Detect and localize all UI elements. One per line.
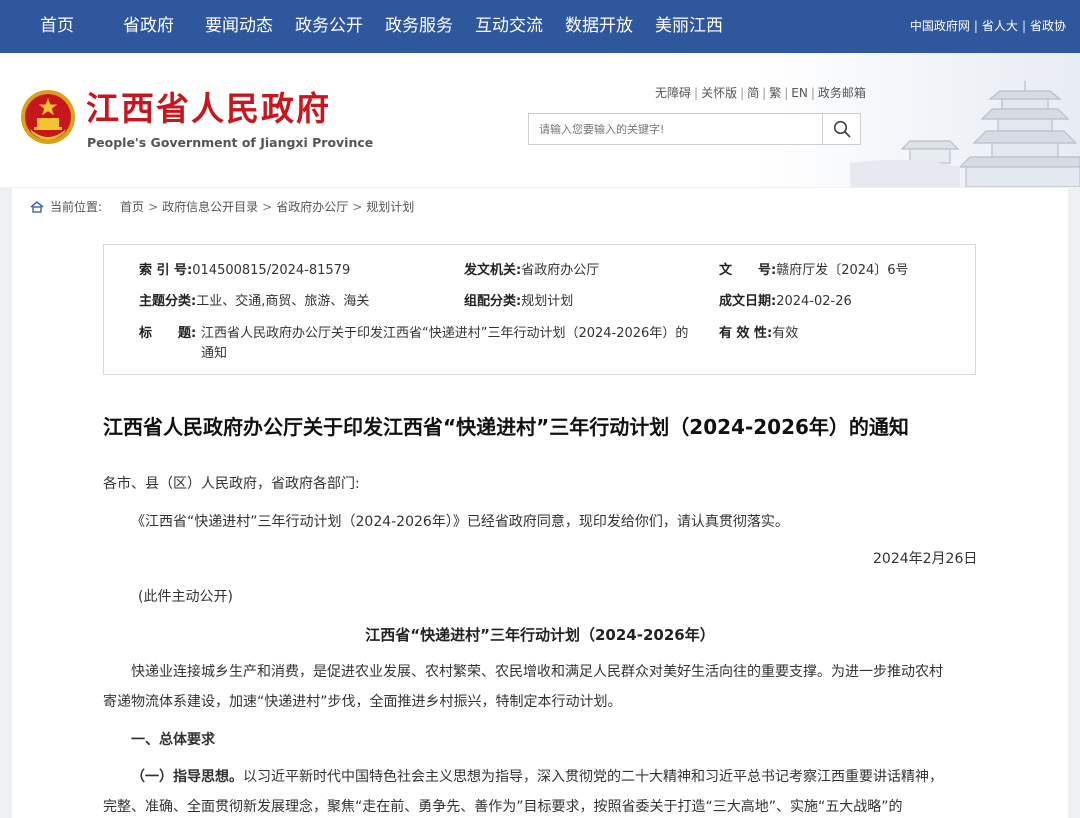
chevron-right-icon: > bbox=[148, 200, 159, 214]
meta-docno: 文 号:赣府厅发〔2024〕6号 bbox=[719, 261, 909, 280]
divider: | bbox=[694, 86, 699, 100]
meta-category: 组配分类:规划计划 bbox=[464, 292, 573, 311]
national-emblem-icon bbox=[21, 90, 75, 144]
meta-topic-value: 工业、交通,商贸、旅游、海关 bbox=[196, 294, 370, 309]
chevron-right-icon: > bbox=[352, 200, 363, 214]
nav-news[interactable]: 要闻动态 bbox=[205, 14, 273, 38]
meta-topic: 主题分类:工业、交通,商贸、旅游、海关 bbox=[139, 292, 369, 311]
section-heading-general-requirements: 一、总体要求 bbox=[131, 732, 215, 748]
meta-title-value: 江西省人民政府办公厅关于印发江西省“快递进村”三年行动计划（2024-2026年… bbox=[201, 326, 689, 361]
divider: | bbox=[810, 86, 815, 100]
meta-date-label: 成文日期: bbox=[719, 294, 777, 309]
meta-docno-value: 赣府厅发〔2024〕6号 bbox=[776, 263, 909, 278]
breadcrumb: 当前位置: 首页 > 政府信息公开目录 > 省政府办公厅 > 规划计划 bbox=[30, 198, 414, 216]
divider: | bbox=[784, 86, 789, 100]
meta-validity-label: 有 效 性: bbox=[719, 326, 773, 341]
chevron-right-icon: > bbox=[262, 200, 273, 214]
meta-index: 索 引 号:014500815/2024-81579 bbox=[139, 261, 350, 280]
top-navigation: 首页 省政府 要闻动态 政务公开 政务服务 互动交流 数据开放 美丽江西 中国政… bbox=[0, 0, 1080, 53]
paragraph-2-text: 以习近平新时代中国特色社会主义思想为指导，深入贯彻党的二十大精神和习近平总书记考… bbox=[243, 769, 943, 785]
link-accessibility[interactable]: 无障碍 bbox=[655, 86, 691, 100]
search-box bbox=[528, 113, 861, 145]
site-subtitle: People's Government of Jiangxi Province bbox=[87, 135, 374, 150]
divider: | bbox=[1021, 19, 1026, 33]
divider: | bbox=[762, 86, 767, 100]
link-english[interactable]: EN bbox=[791, 86, 808, 100]
breadcrumb-general-office[interactable]: 省政府办公厅 bbox=[276, 200, 348, 214]
meta-index-value: 014500815/2024-81579 bbox=[192, 263, 351, 278]
meta-category-label: 组配分类: bbox=[464, 294, 522, 309]
nav-home[interactable]: 首页 bbox=[40, 14, 74, 38]
paragraph-2-line-1: （一）指导思想。以习近平新时代中国特色社会主义思想为指导，深入贯彻党的二十大精神… bbox=[131, 767, 943, 788]
breadcrumb-home[interactable]: 首页 bbox=[120, 200, 144, 214]
meta-title-label: 标 题: bbox=[139, 326, 197, 341]
breadcrumb-info-catalog[interactable]: 政府信息公开目录 bbox=[162, 200, 258, 214]
subsection-label-guiding-ideology: （一）指导思想。 bbox=[131, 769, 243, 785]
issue-date: 2024年2月26日 bbox=[873, 551, 978, 567]
meta-index-label: 索 引 号: bbox=[139, 263, 193, 278]
disclosure-note: (此件主动公开) bbox=[138, 589, 233, 605]
paragraph-1-line-1: 快递业连接城乡生产和消费，是促进农业发展、农村繁荣、农民增收和满足人民群众对美好… bbox=[131, 664, 943, 680]
link-traditional[interactable]: 繁 bbox=[769, 86, 781, 100]
meta-title-label-cell: 标 题: bbox=[139, 324, 196, 343]
link-provincial-cppcc[interactable]: 省政协 bbox=[1030, 19, 1066, 33]
plan-title: 江西省“快递进村”三年行动计划（2024-2026年） bbox=[365, 626, 715, 644]
nav-government-affairs-disclosure[interactable]: 政务公开 bbox=[295, 14, 363, 38]
meta-category-value: 规划计划 bbox=[521, 294, 574, 309]
meta-issuer-value: 省政府办公厅 bbox=[521, 263, 600, 278]
link-simplified[interactable]: 简 bbox=[747, 86, 759, 100]
article-title: 江西省人民政府办公厅关于印发江西省“快递进村”三年行动计划（2024-2026年… bbox=[103, 415, 909, 439]
paragraph-1-line-2: 寄递物流体系建设，加速“快递进村”步伐，全面推进乡村振兴，特制定本行动计划。 bbox=[103, 694, 622, 710]
meta-issuer: 发文机关:省政府办公厅 bbox=[464, 261, 599, 280]
site-header: 江西省人民政府 People's Government of Jiangxi P… bbox=[0, 53, 1080, 187]
breadcrumb-planning[interactable]: 规划计划 bbox=[366, 200, 414, 214]
paragraph-2-line-2: 完整、准确、全面贯彻新发展理念，聚焦“走在前、勇争先、善作为”目标要求，按照省委… bbox=[103, 799, 903, 815]
nav-government-services[interactable]: 政务服务 bbox=[385, 14, 453, 38]
nav-provincial-government[interactable]: 省政府 bbox=[123, 14, 174, 38]
home-icon bbox=[30, 201, 44, 213]
link-china-gov[interactable]: 中国政府网 bbox=[910, 19, 970, 33]
document-metadata-table: 索 引 号:014500815/2024-81579 发文机关:省政府办公厅 文… bbox=[103, 244, 976, 375]
meta-validity-value: 有效 bbox=[772, 326, 799, 341]
meta-validity: 有 效 性:有效 bbox=[719, 324, 798, 343]
nav-beautiful-jiangxi[interactable]: 美丽江西 bbox=[655, 14, 723, 38]
search-icon bbox=[833, 120, 850, 138]
meta-date: 成文日期:2024-02-26 bbox=[719, 292, 852, 311]
link-care-version[interactable]: 关怀版 bbox=[701, 86, 737, 100]
link-provincial-congress[interactable]: 省人大 bbox=[982, 19, 1018, 33]
divider: | bbox=[973, 19, 978, 33]
intro-paragraph: 《江西省“快递进村”三年行动计划（2024-2026年）》已经省政府同意，现印发… bbox=[131, 514, 789, 530]
site-title[interactable]: 江西省人民政府 bbox=[86, 89, 331, 129]
meta-date-value: 2024-02-26 bbox=[776, 294, 852, 309]
external-links: 中国政府网 | 省人大 | 省政协 bbox=[910, 17, 1066, 35]
meta-docno-label: 文 号: bbox=[719, 263, 777, 278]
tengwang-pavilion-illustration-icon bbox=[850, 81, 1080, 187]
meta-topic-label: 主题分类: bbox=[139, 294, 197, 309]
breadcrumb-label: 当前位置: bbox=[50, 200, 103, 214]
utility-links: 无障碍 | 关怀版 | 简 | 繁 | EN | 政务邮箱 bbox=[655, 84, 866, 102]
meta-issuer-label: 发文机关: bbox=[464, 263, 522, 278]
nav-interaction[interactable]: 互动交流 bbox=[475, 14, 543, 38]
nav-open-data[interactable]: 数据开放 bbox=[565, 14, 633, 38]
divider: | bbox=[740, 86, 745, 100]
search-input[interactable] bbox=[529, 114, 823, 144]
salutation: 各市、县（区）人民政府，省政府各部门: bbox=[103, 476, 360, 492]
